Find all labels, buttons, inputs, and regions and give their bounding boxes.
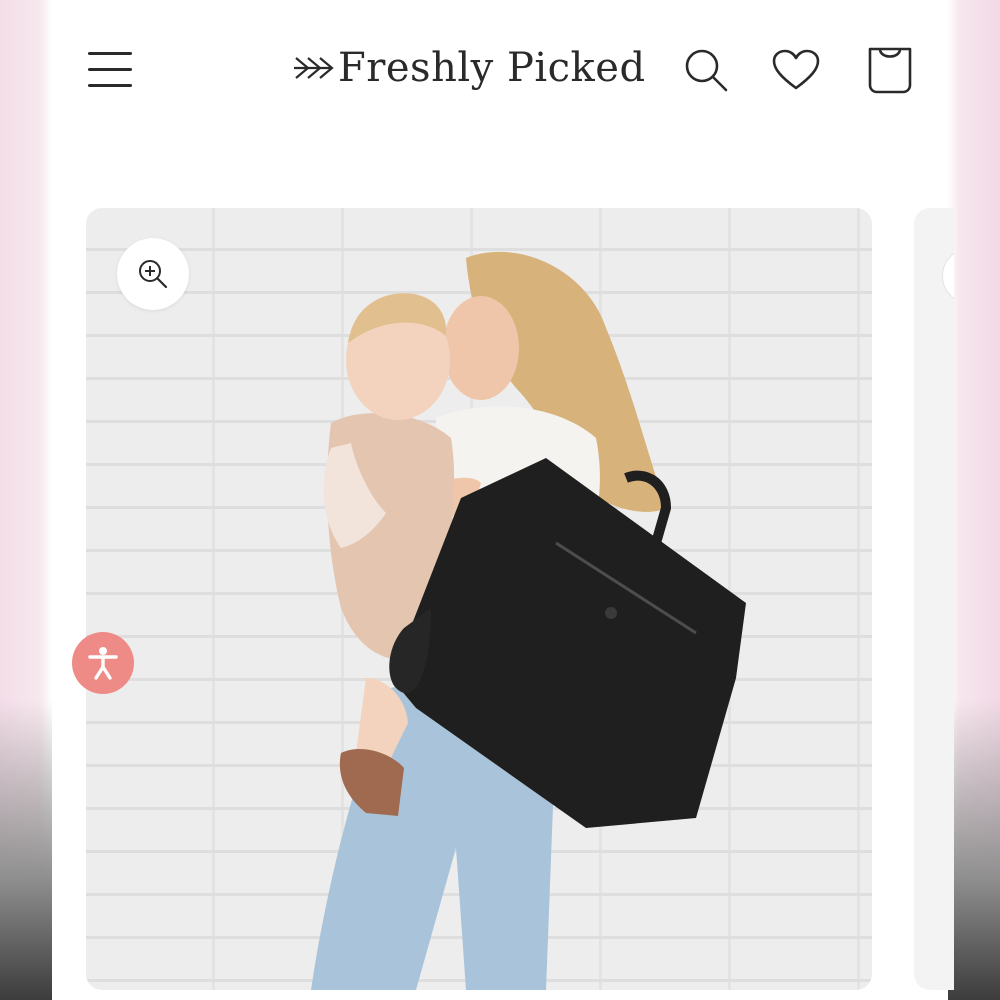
brand-logo-link[interactable]: Freshly Picked — [292, 40, 646, 96]
left-edge-backdrop — [0, 700, 52, 1000]
menu-bar — [88, 52, 132, 55]
shopping-bag-icon — [868, 47, 912, 94]
next-slide-zoom-peek — [942, 248, 954, 304]
mobile-page: Freshly Picked — [52, 0, 954, 1000]
search-icon — [685, 49, 728, 92]
right-edge-backdrop — [948, 700, 1000, 1000]
heart-icon — [772, 49, 820, 90]
accessibility-person-icon — [88, 647, 118, 680]
menu-bar — [88, 84, 132, 87]
search-button[interactable] — [680, 44, 732, 96]
accessibility-button[interactable] — [72, 632, 134, 694]
menu-bar — [88, 68, 132, 71]
next-gallery-slide-peek[interactable] — [914, 208, 954, 990]
arrow-logo-icon — [292, 53, 336, 83]
product-image-gallery[interactable] — [86, 208, 872, 990]
menu-button[interactable] — [86, 48, 134, 92]
zoom-in-icon — [139, 260, 168, 289]
site-header: Freshly Picked — [52, 0, 948, 140]
cart-button[interactable] — [864, 44, 916, 96]
brand-name: Freshly Picked — [338, 45, 646, 91]
zoom-button[interactable] — [117, 238, 189, 310]
wishlist-button[interactable] — [770, 44, 822, 96]
